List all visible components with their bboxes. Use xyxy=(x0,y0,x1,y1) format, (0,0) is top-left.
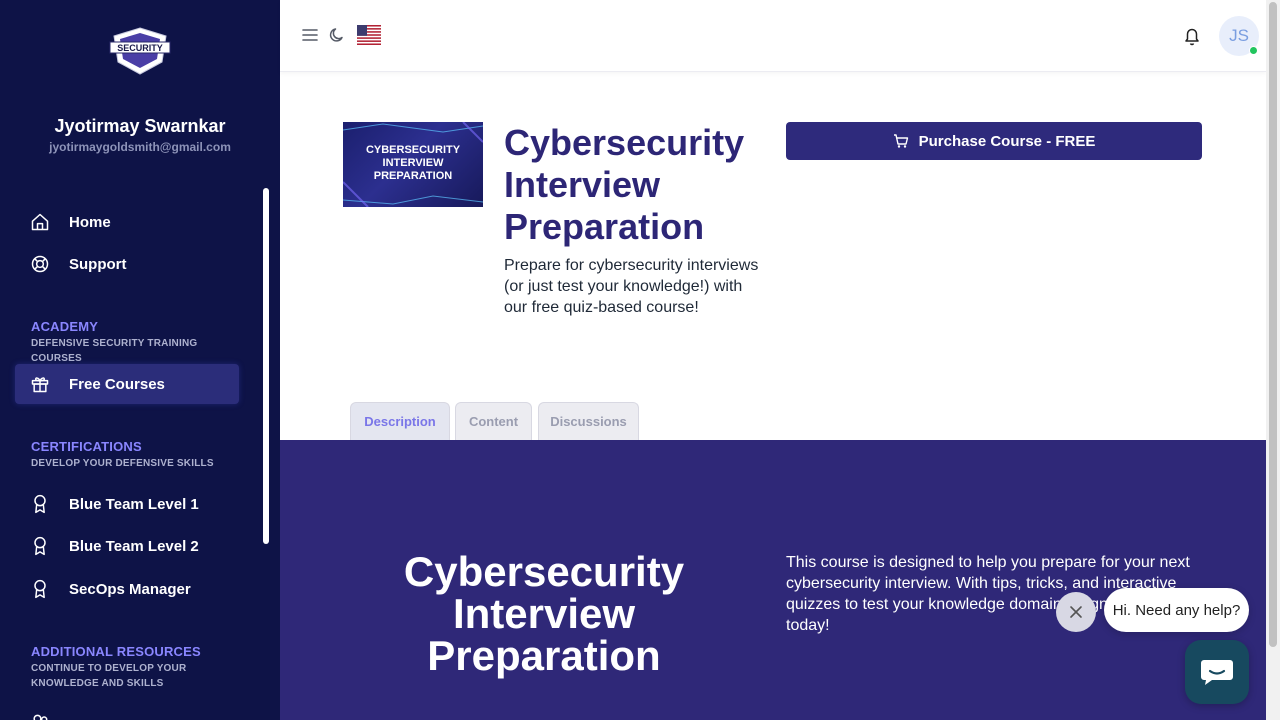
page-scrollbar-thumb[interactable] xyxy=(1269,2,1277,647)
close-icon xyxy=(1070,606,1082,618)
hamburger-icon[interactable] xyxy=(301,26,319,44)
purchase-course-label: Purchase Course - FREE xyxy=(918,132,1096,150)
thumbnail-title: CYBERSECURITY INTERVIEW PREPARATION xyxy=(365,144,461,182)
section-subtitle-certifications: DEVELOP YOUR DEFENSIVE SKILLS xyxy=(31,458,214,469)
tab-discussions[interactable]: Discussions xyxy=(538,402,639,440)
tab-content[interactable]: Content xyxy=(455,402,532,440)
cart-icon xyxy=(893,134,908,148)
moon-icon[interactable] xyxy=(328,26,346,44)
hero-title: Cybersecurity Interview Preparation xyxy=(403,548,685,679)
user-email: jyotirmaygoldsmith@gmail.com xyxy=(49,140,231,154)
course-title: Cybersecurity Interview Preparation xyxy=(504,122,745,247)
sidebar-item-blue-team-level-1[interactable]: Blue Team Level 1 xyxy=(15,484,239,524)
sidebar-item-partial[interactable] xyxy=(15,702,239,720)
sidebar-scrollbar[interactable] xyxy=(263,188,269,544)
award-icon xyxy=(30,494,50,514)
chat-icon xyxy=(1201,660,1233,685)
sidebar-item-free-courses[interactable]: Free Courses xyxy=(15,364,239,404)
course-description: Prepare for cybersecurity interviews (or… xyxy=(504,257,759,316)
sidebar-item-blue-team-level-2[interactable]: Blue Team Level 2 xyxy=(15,526,239,566)
people-icon xyxy=(30,712,50,720)
purchase-course-button[interactable]: Purchase Course - FREE xyxy=(786,122,1202,160)
chat-greeting-bubble[interactable]: Hi. Need any help? xyxy=(1104,588,1249,632)
us-flag-icon[interactable] xyxy=(357,25,381,45)
chat-launcher-button[interactable] xyxy=(1185,640,1249,704)
sidebar-item-home[interactable]: Home xyxy=(15,202,239,242)
section-subtitle-academy: DEFENSIVE SECURITY TRAINING COURSES xyxy=(31,338,198,364)
bell-icon[interactable] xyxy=(1183,26,1201,46)
online-status-dot xyxy=(1249,46,1258,55)
course-thumbnail: CYBERSECURITY INTERVIEW PREPARATION xyxy=(343,122,483,207)
sidebar: SECURITY Jyotirmay Swarnkar jyotirmaygol… xyxy=(0,0,280,720)
chat-dismiss-button[interactable] xyxy=(1056,592,1096,632)
award-icon xyxy=(30,536,50,556)
section-title-certifications: CERTIFICATIONS xyxy=(31,439,142,454)
sidebar-item-label: Home xyxy=(69,213,111,231)
home-icon xyxy=(30,212,50,232)
section-title-academy: ACADEMY xyxy=(31,319,99,334)
sidebar-item-label: Blue Team Level 1 xyxy=(69,495,199,513)
lifebuoy-icon xyxy=(30,254,50,274)
award-icon xyxy=(30,579,50,599)
svg-text:SECURITY: SECURITY xyxy=(117,43,163,53)
sidebar-item-secops-manager[interactable]: SecOps Manager xyxy=(15,569,239,609)
sidebar-item-label: Free Courses xyxy=(69,375,165,393)
section-subtitle-additional-resources: CONTINUE TO DEVELOP YOUR KNOWLEDGE AND S… xyxy=(31,663,187,689)
sidebar-item-label: SecOps Manager xyxy=(69,580,191,598)
tab-description[interactable]: Description xyxy=(350,402,450,440)
sidebar-item-label: Support xyxy=(69,255,127,273)
top-bar: JS xyxy=(280,0,1266,72)
user-name: Jyotirmay Swarnkar xyxy=(54,116,226,136)
sidebar-item-support[interactable]: Support xyxy=(15,244,239,284)
section-title-additional-resources: ADDITIONAL RESOURCES xyxy=(31,644,201,659)
security-blue-team-logo[interactable]: SECURITY xyxy=(108,26,172,76)
gift-icon xyxy=(30,374,50,394)
sidebar-item-label: Blue Team Level 2 xyxy=(69,537,199,555)
